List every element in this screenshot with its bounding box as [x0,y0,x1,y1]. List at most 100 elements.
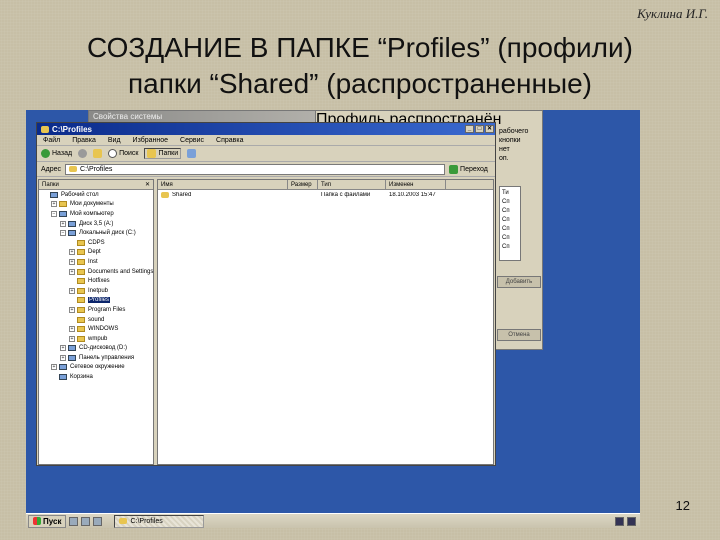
tree-item-label: Панель управления [79,354,135,361]
taskbar: Пуск C:\Profiles [26,513,640,528]
folder-icon [59,210,67,217]
menu-file[interactable]: Файл [43,137,60,144]
list-head: Ти [502,190,509,196]
list-item[interactable]: Сп [502,198,518,207]
expand-icon[interactable]: + [51,364,57,371]
column-size[interactable]: Размер [288,180,318,189]
tree-item[interactable]: + Program Files [39,305,153,315]
tree-close-button[interactable]: ✕ [145,181,150,188]
expand-icon[interactable]: + [60,354,66,361]
tree-item[interactable]: + Диск 3,5 (A:) [39,219,153,229]
file-modified: 18.10.2003 15:47 [389,192,436,198]
expand-icon[interactable]: + [69,268,75,275]
tree-item[interactable]: + Сетевое окружение [39,363,153,373]
up-button[interactable] [93,149,103,158]
address-bar: Адрес C:\Profiles Переход [37,162,495,177]
tree-item[interactable]: + Documents and Settings [39,267,153,277]
collapse-icon[interactable]: − [60,230,66,237]
go-button[interactable]: Переход [449,164,488,174]
views-button[interactable] [187,149,197,158]
menu-edit[interactable]: Правка [72,137,96,144]
expand-icon[interactable]: + [60,220,66,227]
tree-item[interactable]: Profiles [39,296,153,306]
tree-item[interactable]: Корзина [39,372,153,382]
tree-item-label: wmpub [88,335,108,342]
expand-icon[interactable]: + [69,326,75,333]
quicklaunch-media-icon[interactable] [93,516,103,526]
maximize-button[interactable]: □ [475,125,484,133]
list-header: Имя Размер Тип Изменен [158,180,493,190]
file-row[interactable]: Shared Папка с файлами 18.10.2003 15:47 [158,190,493,200]
tree-item[interactable]: Hotfixes [39,276,153,286]
folders-label: Папки [158,150,179,157]
language-icon[interactable] [615,516,624,526]
search-button[interactable]: Поиск [108,149,138,158]
column-modified[interactable]: Изменен [386,180,446,189]
tree-item[interactable]: + CD-дисковод (D:) [39,344,153,354]
tree-item[interactable]: + Inetpub [39,286,153,296]
tree-item[interactable]: + Панель управления [39,353,153,363]
quicklaunch-desktop-icon[interactable] [69,516,79,526]
search-label: Поиск [119,150,139,157]
list-item[interactable]: Сп [502,234,518,243]
list-item[interactable]: Сп [502,216,518,225]
menu-tools[interactable]: Сервис [180,137,204,144]
tree-item[interactable]: − Локальный диск (C:) [39,228,153,238]
taskbar-explorer-button[interactable]: C:\Profiles [114,514,205,528]
tree-item-label: Hotfixes [88,278,110,285]
tree-item[interactable]: + Dept [39,248,153,258]
folder-icon [77,239,85,246]
network-icon[interactable] [627,516,636,526]
quicklaunch-browser-icon[interactable] [81,516,91,526]
expand-icon[interactable]: + [60,345,66,352]
column-name[interactable]: Имя [158,180,288,189]
tree-item[interactable]: + wmpub [39,334,153,344]
folders-button[interactable]: Папки [144,148,182,159]
desktop-screenshot: Свойства системы ?✕ Профиль распространё… [26,110,640,528]
folder-icon [77,316,85,323]
expand-icon[interactable]: + [69,306,75,313]
menu-help[interactable]: Справка [216,137,243,144]
menu-view[interactable]: Вид [108,137,121,144]
list-item[interactable]: Сп [502,243,518,252]
folder-icon [59,201,67,208]
forward-arrow-icon [78,149,88,158]
tree-item[interactable]: Рабочий стол [39,190,153,200]
column-type[interactable]: Тип [318,180,386,189]
close-button[interactable]: ✕ [485,125,494,133]
add-button[interactable]: Добавить [497,276,541,288]
folder-icon [59,374,67,381]
list-item[interactable]: Сп [502,225,518,234]
folder-icon [119,518,128,524]
menu-favorites[interactable]: Избранное [133,137,168,144]
tree-item[interactable]: + Мои документы [39,200,153,210]
cancel-button[interactable]: Отмена [497,329,541,341]
explorer-titlebar: C:\Profiles _ □ ✕ [37,123,495,135]
address-input[interactable]: C:\Profiles [65,163,446,175]
tree-item-label: Корзина [70,374,93,381]
back-button[interactable]: Назад [41,149,72,158]
expand-icon[interactable]: + [69,258,75,265]
tree-item[interactable]: CDPS [39,238,153,248]
expand-icon[interactable]: + [69,335,75,342]
share-list[interactable]: Ти Сп Сп Сп Сп Сп Сп [499,186,521,261]
expand-icon[interactable]: + [69,287,75,294]
properties-title: Свойства системы [93,112,163,121]
tree-item-label: Documents and Settings [88,268,154,275]
list-item[interactable]: Сп [502,207,518,216]
folder-icon [77,268,85,275]
minimize-button[interactable]: _ [465,125,474,133]
folder-icon [50,191,58,198]
expand-icon[interactable]: + [51,201,57,208]
tree-item[interactable]: − Мой компьютер [39,209,153,219]
collapse-icon[interactable]: − [51,210,57,217]
start-button[interactable]: Пуск [28,514,67,528]
file-name: Shared [172,192,192,198]
folder-up-icon [93,149,103,158]
tree-item[interactable]: + Inst [39,257,153,267]
tree-item[interactable]: sound [39,315,153,325]
expand-icon[interactable]: + [69,249,75,256]
windows-logo-icon [33,517,41,525]
tree-item[interactable]: + WINDOWS [39,324,153,334]
forward-button[interactable] [78,149,88,158]
